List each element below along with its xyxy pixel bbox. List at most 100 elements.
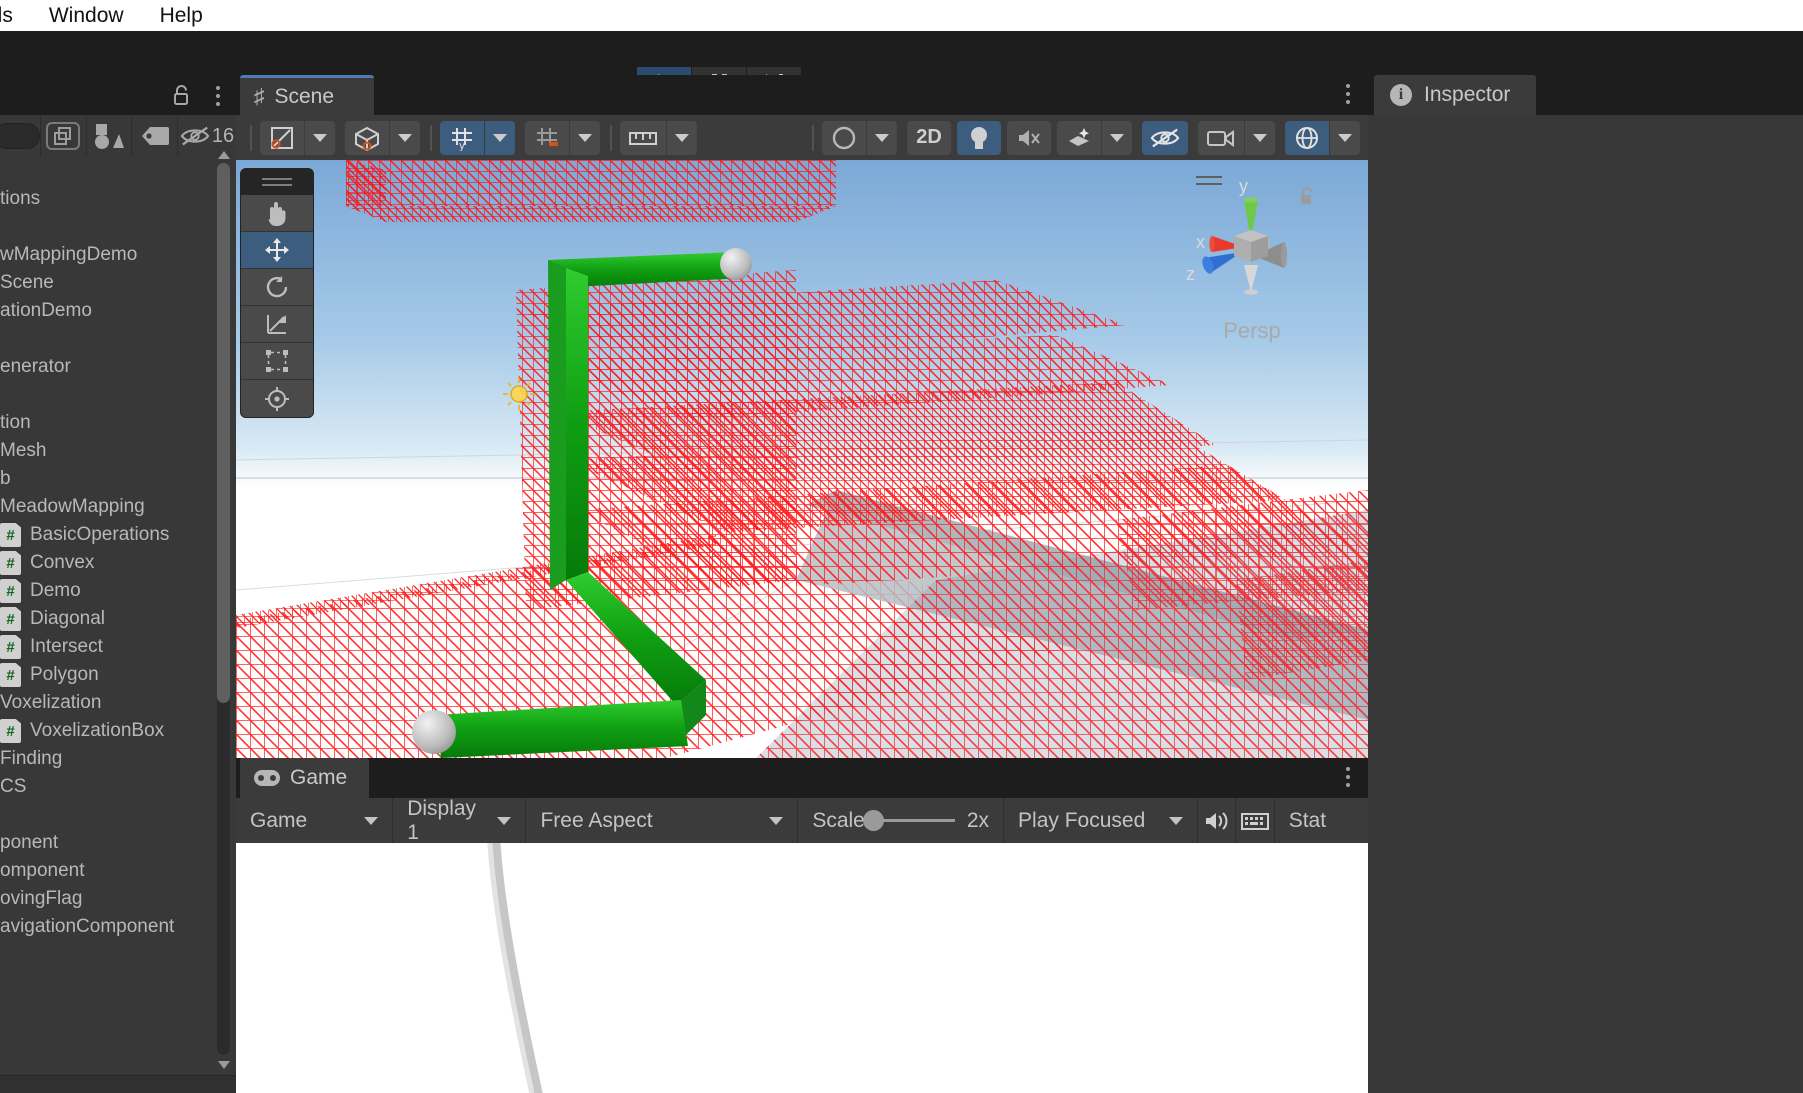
game-display-dropdown[interactable]: Display 1 [393,798,526,843]
rect-tool[interactable] [241,343,313,380]
chevron-down-icon [493,134,507,142]
gizmo-shape-dropdown-caret[interactable] [867,121,897,155]
project-item-list[interactable]: tions wMappingDemoSceneationDemo enerator t… [0,157,236,1075]
grid-visibility-dropdown-caret[interactable] [485,121,515,155]
list-item[interactable]: Voxelization [0,689,236,717]
toggle-audio[interactable] [1007,121,1051,155]
csharp-script-icon: # [0,579,21,603]
measure-tool-dropdown-caret[interactable] [667,121,697,155]
list-spacer [0,213,236,241]
list-item[interactable]: Mesh [0,437,236,465]
scene-panel-menu-icon[interactable] [1346,84,1350,104]
rotate-tool[interactable] [241,269,313,306]
game-aspect-dropdown[interactable]: Free Aspect [526,798,798,843]
toggle-scene-lighting[interactable] [957,121,1001,155]
gizmo-shape-button[interactable] [822,121,866,155]
list-item[interactable]: #Intersect [0,633,236,661]
lock-open-icon[interactable] [172,84,192,106]
scale-slider-track[interactable] [877,819,955,822]
list-item[interactable]: #Diagonal [0,605,236,633]
move-tool[interactable] [241,232,313,269]
game-target-dropdown[interactable]: Game [236,798,393,843]
inspector-tabstrip: i Inspector [1368,75,1803,115]
scrollbar-thumb[interactable] [217,163,230,703]
gizmo-projection-label[interactable]: Persp [1172,318,1332,344]
game-viewport[interactable] [236,843,1368,1093]
gizmos-toggle-button[interactable] [1285,121,1329,155]
list-item[interactable]: #Polygon [0,661,236,689]
game-mute-audio-button[interactable] [1198,798,1236,843]
gizmos-toggle-caret[interactable] [1330,121,1360,155]
toggle-2d-view[interactable]: 2D [907,121,951,155]
camera-settings-button[interactable] [1198,121,1244,155]
scale-slider-knob[interactable] [863,810,884,831]
tool-palette-grip[interactable] [241,169,313,195]
grid-visibility-button[interactable]: y [440,121,484,155]
view-tool-dropdown-caret[interactable] [305,121,335,155]
hidden-objects-toggle[interactable] [1142,121,1188,155]
shading-mode-dropdown-caret[interactable] [390,121,420,155]
list-item[interactable]: avigationComponent [0,913,236,941]
list-item[interactable]: enerator [0,353,236,381]
grid-snapping-button[interactable] [525,121,569,155]
game-panel-menu-icon[interactable] [1346,767,1350,787]
menu-item-help[interactable]: Help [142,0,221,31]
effects-dropdown-button[interactable] [1057,121,1101,155]
list-item[interactable]: omponent [0,857,236,885]
scale-tool[interactable] [241,306,313,343]
scene-viewport[interactable]: y x z [236,160,1368,758]
game-device-simulator-button[interactable] [1236,798,1274,843]
list-item[interactable]: ationDemo [0,297,236,325]
list-item[interactable]: #BasicOperations [0,521,236,549]
list-item[interactable]: Finding [0,745,236,773]
effects-dropdown-caret[interactable] [1102,121,1132,155]
list-item[interactable]: #Convex [0,549,236,577]
info-circle-icon: i [1390,84,1412,106]
list-item-label: Intersect [30,636,103,658]
lock-open-icon[interactable] [1298,186,1316,206]
list-item[interactable]: #VoxelizationBox [0,717,236,745]
list-item[interactable]: ovingFlag [0,885,236,913]
list-item[interactable]: MeadowMapping [0,493,236,521]
gizmo-grip[interactable] [1196,176,1222,190]
game-tabstrip: Game [236,758,1368,798]
tab-game[interactable]: Game [240,758,369,798]
grid-snapping-dropdown-caret[interactable] [570,121,600,155]
project-scrollbar[interactable] [217,163,230,1055]
list-item[interactable]: #Demo [0,577,236,605]
scroll-down-arrow-icon[interactable] [218,1061,230,1069]
list-item-label: CS [0,776,26,798]
game-playmode-dropdown[interactable]: Play Focused [1004,798,1198,843]
tag-icon[interactable] [131,115,177,157]
game-scale-slider[interactable]: Scale 2x [798,798,1004,843]
transform-tool[interactable] [241,380,313,417]
tab-scene[interactable]: ♯ Scene [240,75,374,115]
expand-collapse-icon[interactable] [40,115,86,157]
list-item[interactable]: Scene [0,269,236,297]
view-tool-button[interactable] [260,121,304,155]
game-stats-button[interactable]: Stat [1275,798,1368,843]
project-search-input[interactable] [0,123,40,149]
chevron-down-icon [398,134,412,142]
scroll-up-arrow-icon[interactable] [218,151,230,159]
menu-item-window[interactable]: Window [31,0,142,31]
scene-orientation-gizmo[interactable]: y x z [1172,170,1332,360]
shapes-icon[interactable] [86,115,132,157]
list-spacer [0,157,236,185]
csharp-script-icon: # [0,607,21,631]
game-playmode-label: Play Focused [1018,809,1145,833]
hand-tool[interactable] [241,195,313,232]
camera-settings-dropdown-caret[interactable] [1245,121,1275,155]
project-panel-menu-icon[interactable] [216,84,220,106]
list-item[interactable]: tion [0,409,236,437]
menu-item-tools[interactable]: ols [0,0,31,31]
list-item[interactable]: CS [0,773,236,801]
measure-tool-button[interactable] [620,121,666,155]
list-item[interactable]: b [0,465,236,493]
list-item[interactable]: ponent [0,829,236,857]
tab-inspector[interactable]: i Inspector [1374,75,1536,115]
list-item[interactable]: tions [0,185,236,213]
scene-tabstrip: ♯ Scene [236,75,1368,115]
shading-mode-button[interactable] [345,121,389,155]
list-item[interactable]: wMappingDemo [0,241,236,269]
